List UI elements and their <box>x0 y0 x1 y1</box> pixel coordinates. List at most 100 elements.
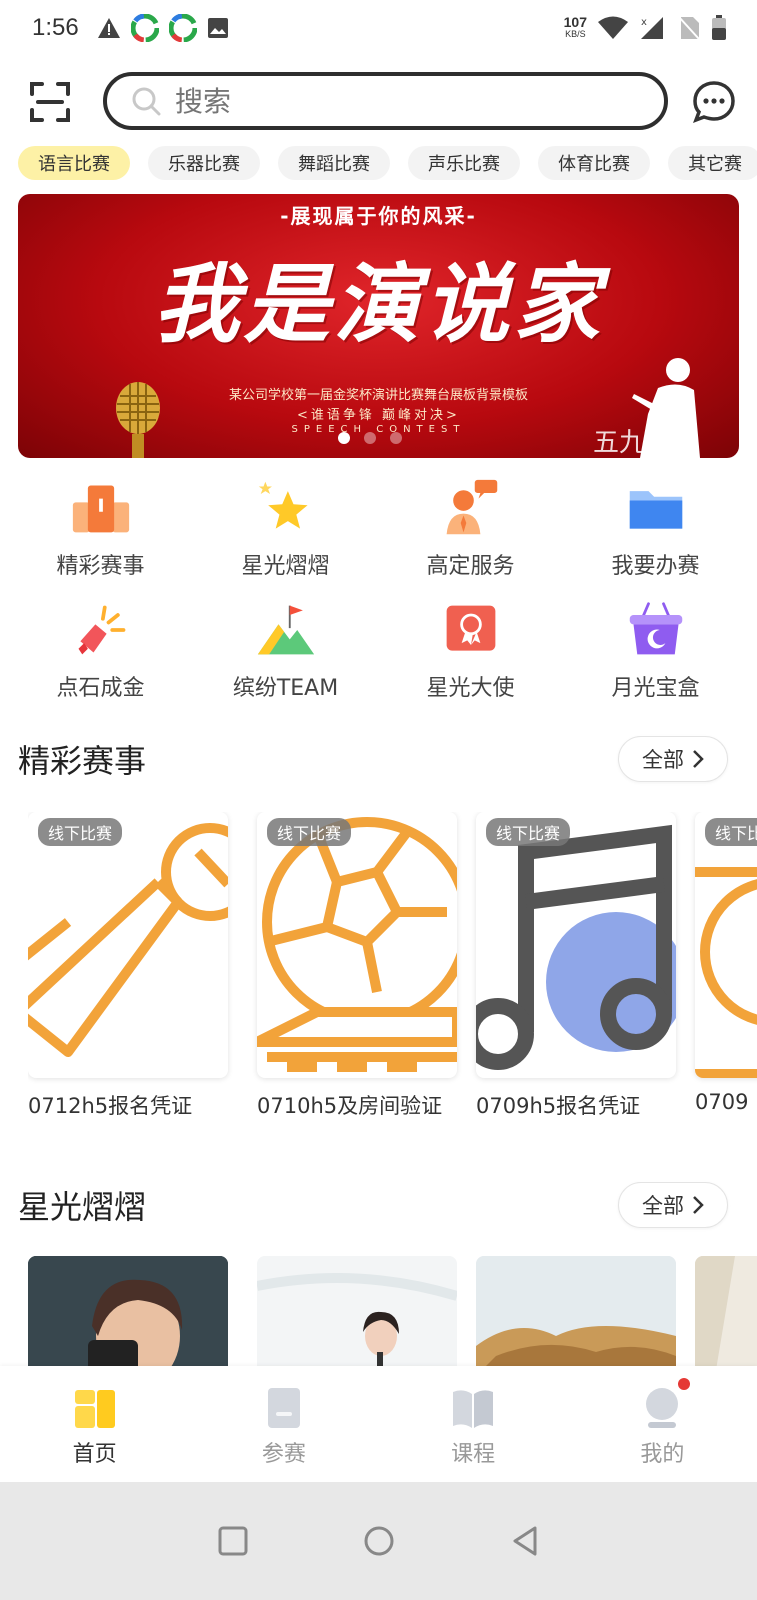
golden-microphone-icon <box>116 382 160 458</box>
category-tab[interactable]: 舞蹈比赛 <box>278 146 390 180</box>
event-card[interactable]: 线下比赛 0709h5报名凭证 <box>476 812 676 1120</box>
banner-tagline: -展现属于你的风采- <box>280 204 477 228</box>
search-header <box>0 64 757 142</box>
mountain-flag-icon <box>257 605 314 655</box>
recent-apps-icon[interactable] <box>215 1523 251 1559</box>
podium-icon <box>72 485 129 533</box>
search-input[interactable] <box>175 84 595 118</box>
star-card[interactable] <box>476 1256 676 1368</box>
quick-item-team[interactable]: 缤纷TEAM <box>193 600 378 702</box>
category-tab[interactable]: 乐器比赛 <box>148 146 260 180</box>
nav-label: 我的 <box>640 1442 685 1467</box>
quick-item-service[interactable]: 高定服务 <box>378 478 563 580</box>
no-sim-icon <box>678 16 700 40</box>
category-tab[interactable]: 体育比赛 <box>538 146 650 180</box>
music-note-icon <box>476 824 676 1070</box>
category-tab[interactable]: 语言比赛 <box>18 146 130 180</box>
quick-item-label: 高定服务 <box>426 554 515 579</box>
nav-label: 课程 <box>451 1442 496 1467</box>
nav-course[interactable]: 课程 <box>379 1366 568 1482</box>
section-title: 精彩赛事 <box>18 742 147 780</box>
banner-pagination <box>338 432 402 444</box>
profile-icon <box>646 1388 679 1428</box>
event-tag: 线下比赛 <box>38 818 123 846</box>
quick-item-events[interactable]: 精彩赛事 <box>8 478 193 580</box>
star-icon <box>258 481 308 529</box>
nav-label: 首页 <box>72 1442 117 1467</box>
quick-item-label: 星光大使 <box>426 676 515 701</box>
event-card[interactable]: 线下比赛 0710h5及房间验证 <box>257 812 457 1120</box>
service-person-icon <box>446 479 497 535</box>
pagination-dot[interactable] <box>338 432 350 444</box>
nav-home[interactable]: 首页 <box>0 1366 189 1482</box>
quick-item-label: 星光熠熠 <box>241 554 330 579</box>
back-triangle-icon[interactable] <box>507 1523 543 1559</box>
stars-section-header: 星光熠熠 全部 <box>18 1180 728 1230</box>
nav-profile[interactable]: 我的 <box>568 1366 757 1482</box>
battery-icon <box>712 15 726 40</box>
view-all-events-button[interactable]: 全部 <box>618 736 728 782</box>
event-card-image: 线下比赛 <box>476 812 676 1078</box>
message-button[interactable] <box>692 80 736 124</box>
search-box[interactable] <box>103 72 668 130</box>
quick-item-label: 我要办赛 <box>611 554 700 579</box>
quick-item-moonbox[interactable]: 月光宝盒 <box>563 600 748 702</box>
view-all-label: 全部 <box>642 748 684 772</box>
join-icon <box>267 1388 300 1428</box>
status-time: 1:56 <box>32 14 79 41</box>
warning-icon <box>97 18 120 38</box>
star-card[interactable] <box>28 1256 228 1368</box>
section-title: 星光熠熠 <box>18 1188 147 1226</box>
chevron-right-icon <box>693 1196 704 1214</box>
event-tag: 线下比赛 <box>705 818 757 846</box>
microphone-icon <box>695 867 757 1078</box>
book-icon <box>453 1390 494 1428</box>
event-title: 0712h5报名凭证 <box>28 1094 193 1118</box>
quick-item-label: 点石成金 <box>56 676 145 701</box>
star-card[interactable] <box>695 1256 757 1368</box>
svg-text:x: x <box>641 17 647 28</box>
person-photo-image <box>257 1256 457 1368</box>
status-left-icons <box>97 14 229 42</box>
nav-label: 参赛 <box>261 1442 306 1467</box>
quick-item-organize[interactable]: 我要办赛 <box>563 478 748 580</box>
photo-image <box>695 1256 757 1368</box>
pagination-dot[interactable] <box>390 432 402 444</box>
category-tab[interactable]: 其它赛 <box>668 146 757 180</box>
person-photo-image <box>28 1256 228 1368</box>
event-card[interactable]: 线下比赛 0709 <box>695 812 757 1114</box>
wifi-icon <box>598 16 628 39</box>
event-tag: 线下比赛 <box>267 818 352 846</box>
view-all-label: 全部 <box>642 1194 684 1218</box>
quick-item-stars[interactable]: 星光熠熠 <box>193 478 378 580</box>
football-icon <box>257 817 457 1072</box>
scan-button[interactable] <box>28 80 72 124</box>
event-card[interactable]: 线下比赛 0712h5报名凭证 <box>28 812 228 1120</box>
banner-title: 我是演说家 <box>153 254 604 355</box>
event-card-image: 线下比赛 <box>257 812 457 1078</box>
quick-item-magic[interactable]: 点石成金 <box>8 600 193 702</box>
nav-join[interactable]: 参赛 <box>189 1366 378 1482</box>
bottom-navigation: 首页 参赛 课程 我的 <box>0 1366 757 1482</box>
star-card[interactable] <box>257 1256 457 1368</box>
view-all-stars-button[interactable]: 全部 <box>618 1182 728 1228</box>
home-circle-icon[interactable] <box>361 1523 397 1559</box>
magic-hand-icon <box>78 605 125 655</box>
events-section-header: 精彩赛事 全部 <box>18 734 728 784</box>
stars-carousel <box>28 1256 757 1368</box>
app-logo-icon <box>130 14 159 42</box>
status-bar: 1:56 107 KB/S x <box>0 0 757 56</box>
pagination-dot[interactable] <box>364 432 376 444</box>
quick-item-label: 缤纷TEAM <box>232 676 339 701</box>
event-card-image: 线下比赛 <box>695 812 757 1078</box>
status-right-icons: 107 KB/S x <box>564 15 727 41</box>
landscape-photo-image <box>476 1256 676 1368</box>
chevron-right-icon <box>693 750 704 768</box>
quick-item-ambassador[interactable]: 星光大使 <box>378 600 563 702</box>
search-icon <box>132 87 161 116</box>
quick-menu: 精彩赛事 星光熠熠 高定服务 我要办赛 点石成金 缤纷TEAM 星光大使 月光宝… <box>8 478 748 702</box>
promo-banner[interactable]: -展现属于你的风采- 我是演说家 某公司学校第一届金奖杯演讲比赛舞台展板背景模板… <box>18 194 739 458</box>
image-icon <box>207 18 228 38</box>
system-navigation-bar <box>0 1482 757 1600</box>
category-tab[interactable]: 声乐比赛 <box>408 146 520 180</box>
